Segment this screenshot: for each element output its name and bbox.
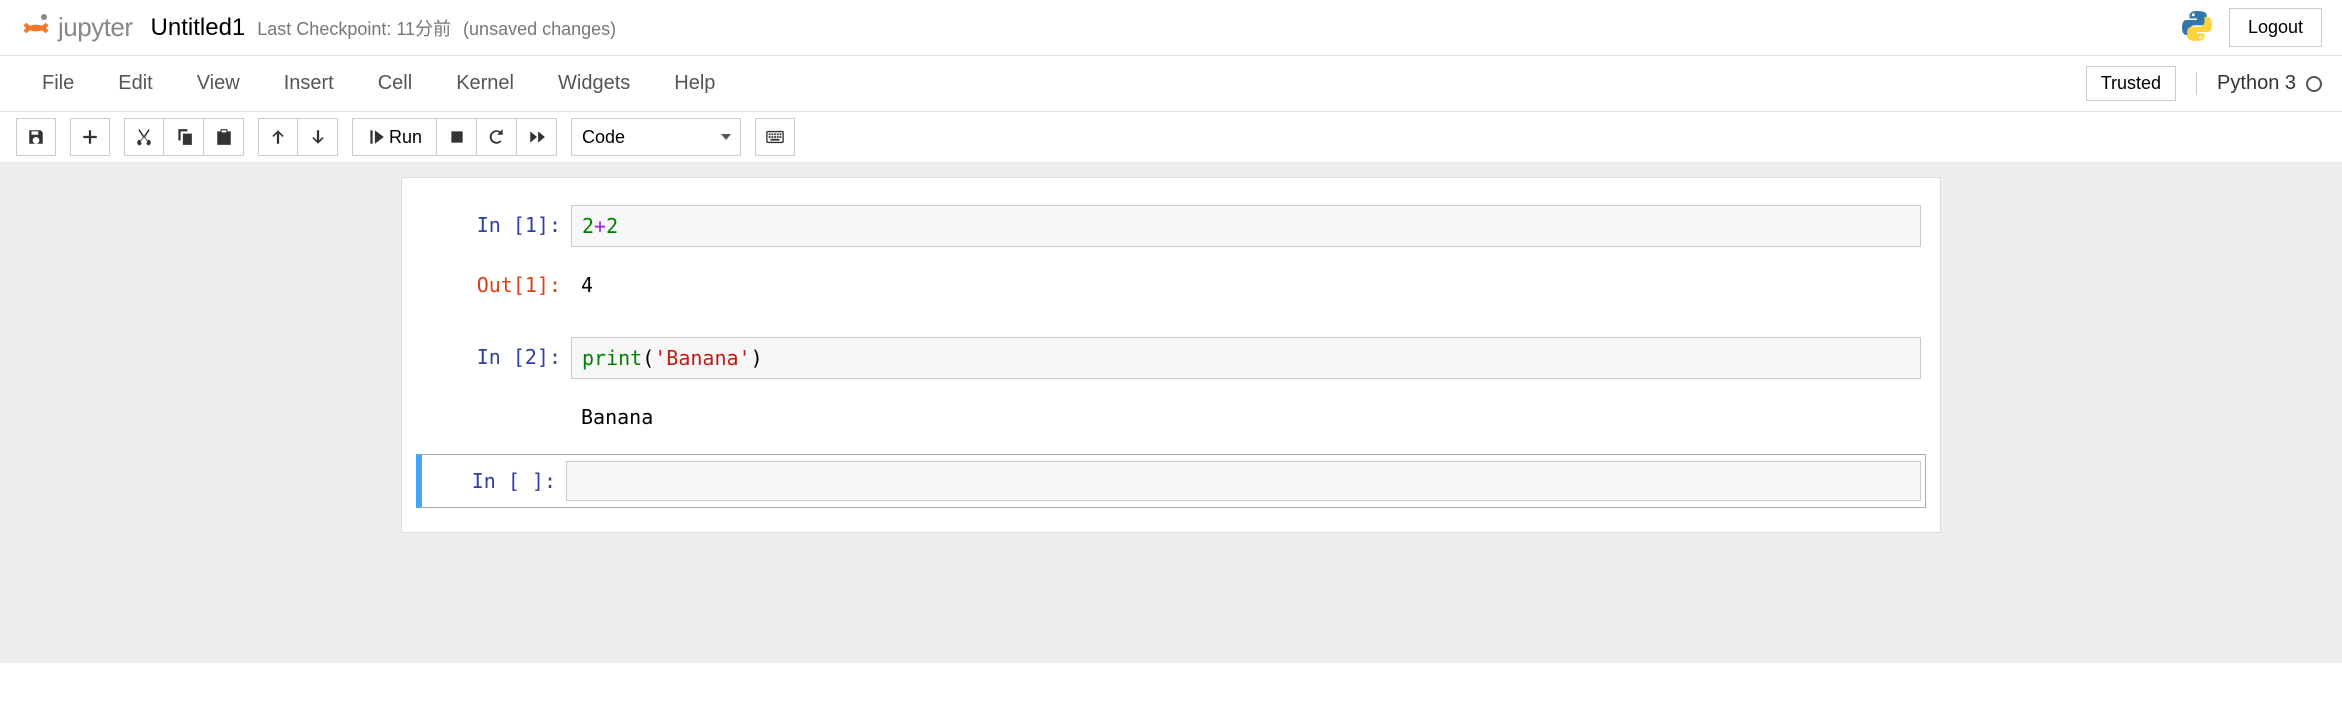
in-prompt: In [2]: [421, 337, 571, 379]
stop-button[interactable] [437, 118, 477, 156]
save-button[interactable] [16, 118, 56, 156]
plus-icon [81, 128, 99, 146]
restart-run-all-button[interactable] [517, 118, 557, 156]
code-cell[interactable]: In [2]: print('Banana') [416, 330, 1926, 386]
fast-forward-icon [528, 128, 546, 146]
move-up-button[interactable] [258, 118, 298, 156]
in-prompt: In [ ]: [422, 461, 566, 501]
code-token-string: 'Banana' [654, 346, 750, 370]
python-icon [2179, 8, 2215, 47]
title-area: Untitled1 Last Checkpoint: 11分前 (unsaved… [151, 14, 617, 42]
copy-icon [175, 128, 193, 146]
menubar: File Edit View Insert Cell Kernel Widget… [0, 56, 2342, 112]
restart-button[interactable] [477, 118, 517, 156]
add-cell-button[interactable] [70, 118, 110, 156]
cut-button[interactable] [124, 118, 164, 156]
cell-input[interactable] [566, 461, 1921, 501]
restart-icon [488, 128, 506, 146]
paste-button[interactable] [204, 118, 244, 156]
header: jupyter Untitled1 Last Checkpoint: 11分前 … [0, 0, 2342, 56]
copy-button[interactable] [164, 118, 204, 156]
kernel-status-icon [2306, 76, 2322, 92]
menu-help[interactable]: Help [652, 62, 737, 105]
out-prompt: Out[1]: [421, 265, 571, 305]
menu-edit[interactable]: Edit [96, 62, 174, 105]
in-prompt: In [1]: [421, 205, 571, 247]
menu-cell[interactable]: Cell [356, 62, 434, 105]
arrow-up-icon [269, 128, 287, 146]
menu-kernel[interactable]: Kernel [434, 62, 536, 105]
code-cell[interactable]: In [1]: 2+2 [416, 198, 1926, 254]
command-palette-button[interactable] [755, 118, 795, 156]
toolbar: Run Code [0, 112, 2342, 163]
run-label: Run [389, 127, 422, 148]
trusted-badge[interactable]: Trusted [2086, 66, 2176, 101]
jupyter-icon [20, 12, 52, 44]
code-token-number: 2 [606, 214, 618, 238]
stop-icon [448, 128, 466, 146]
code-token-operator: + [594, 214, 606, 238]
cell-input[interactable]: print('Banana') [571, 337, 1921, 379]
paste-icon [215, 128, 233, 146]
kernel-name-text: Python 3 [2217, 72, 2296, 95]
code-token-func: print [582, 346, 642, 370]
run-button[interactable]: Run [352, 118, 437, 156]
checkpoint-label: Last Checkpoint: 11分前 [257, 15, 451, 41]
save-icon [27, 128, 45, 146]
celltype-selected: Code [582, 127, 625, 148]
menu-widgets[interactable]: Widgets [536, 62, 652, 105]
celltype-select[interactable]: Code [571, 118, 741, 156]
cell-output: 4 [571, 265, 1921, 305]
move-down-button[interactable] [298, 118, 338, 156]
output-row: Banana [416, 390, 1926, 444]
run-icon [367, 128, 385, 146]
code-cell[interactable]: In [ ]: [416, 454, 1926, 508]
kernel-indicator[interactable]: Python 3 [2196, 72, 2322, 95]
menu-file[interactable]: File [20, 62, 96, 105]
empty-prompt [421, 397, 571, 437]
output-row: Out[1]: 4 [416, 258, 1926, 312]
cell-stdout: Banana [571, 397, 1921, 437]
notebook-container: In [1]: 2+2 Out[1]: 4 In [2]: print('Ban… [0, 163, 2342, 663]
notebook-title[interactable]: Untitled1 [151, 14, 246, 42]
arrow-down-icon [309, 128, 327, 146]
menu-insert[interactable]: Insert [262, 62, 356, 105]
code-token-number: 2 [582, 214, 594, 238]
logout-button[interactable]: Logout [2229, 8, 2322, 47]
cut-icon [135, 128, 153, 146]
code-token-paren: ) [751, 346, 763, 370]
unsaved-label: (unsaved changes) [463, 19, 616, 40]
cell-input[interactable]: 2+2 [571, 205, 1921, 247]
jupyter-logo[interactable]: jupyter [20, 12, 133, 44]
code-token-paren: ( [642, 346, 654, 370]
menu-view[interactable]: View [175, 62, 262, 105]
jupyter-brand-text: jupyter [58, 12, 133, 43]
notebook: In [1]: 2+2 Out[1]: 4 In [2]: print('Ban… [401, 177, 1941, 533]
keyboard-icon [766, 128, 784, 146]
